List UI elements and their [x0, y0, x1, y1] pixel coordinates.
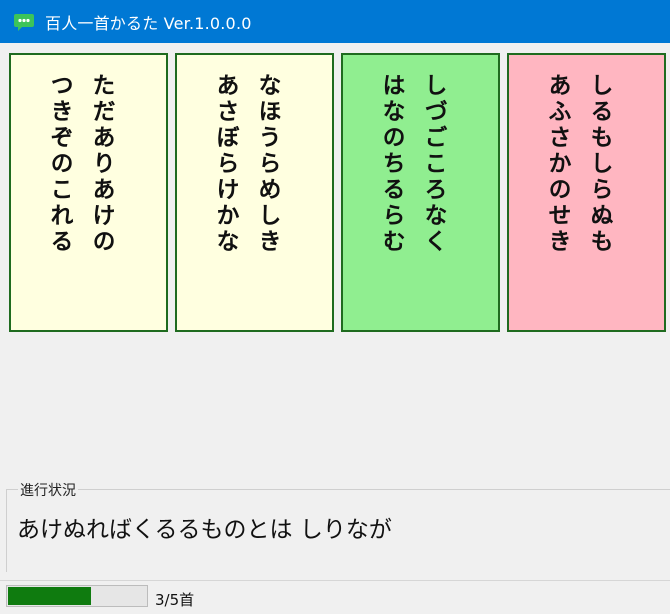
- card-text: なほうらめしき あさぼらけかな: [212, 73, 280, 255]
- progress-bar-fill: [8, 587, 91, 605]
- karuta-card-3[interactable]: しづごころなく はなのちるらむ: [341, 53, 500, 332]
- progress-bar: [6, 585, 148, 607]
- karuta-card-4[interactable]: しるもしらぬも あふさかのせき: [507, 53, 666, 332]
- chat-bubble-icon: [13, 11, 35, 33]
- card-text: しるもしらぬも あふさかのせき: [544, 73, 612, 255]
- karuta-card-2[interactable]: なほうらめしき あさぼらけかな: [175, 53, 334, 332]
- title-bar[interactable]: 百人一首かるた Ver.1.0.0.0: [0, 0, 670, 43]
- progress-count: 3/5首: [155, 591, 195, 609]
- karuta-card-1[interactable]: ただありあけの つきぞのこれる: [9, 53, 168, 332]
- card-text: しづごころなく はなのちるらむ: [378, 73, 446, 255]
- progress-legend: 進行状況: [18, 480, 78, 500]
- window-title: 百人一首かるた Ver.1.0.0.0: [45, 13, 252, 33]
- status-bar: 3/5首: [0, 580, 670, 614]
- card-area: ただありあけの つきぞのこれる なほうらめしき あさぼらけかな しづごころなく はなの…: [9, 53, 670, 332]
- progress-group: 進行状況 あけぬればくるるものとは しりなが: [6, 480, 670, 572]
- card-text: ただありあけの つきぞのこれる: [46, 73, 114, 255]
- reading-text: あけぬればくるるものとは しりなが: [17, 517, 392, 543]
